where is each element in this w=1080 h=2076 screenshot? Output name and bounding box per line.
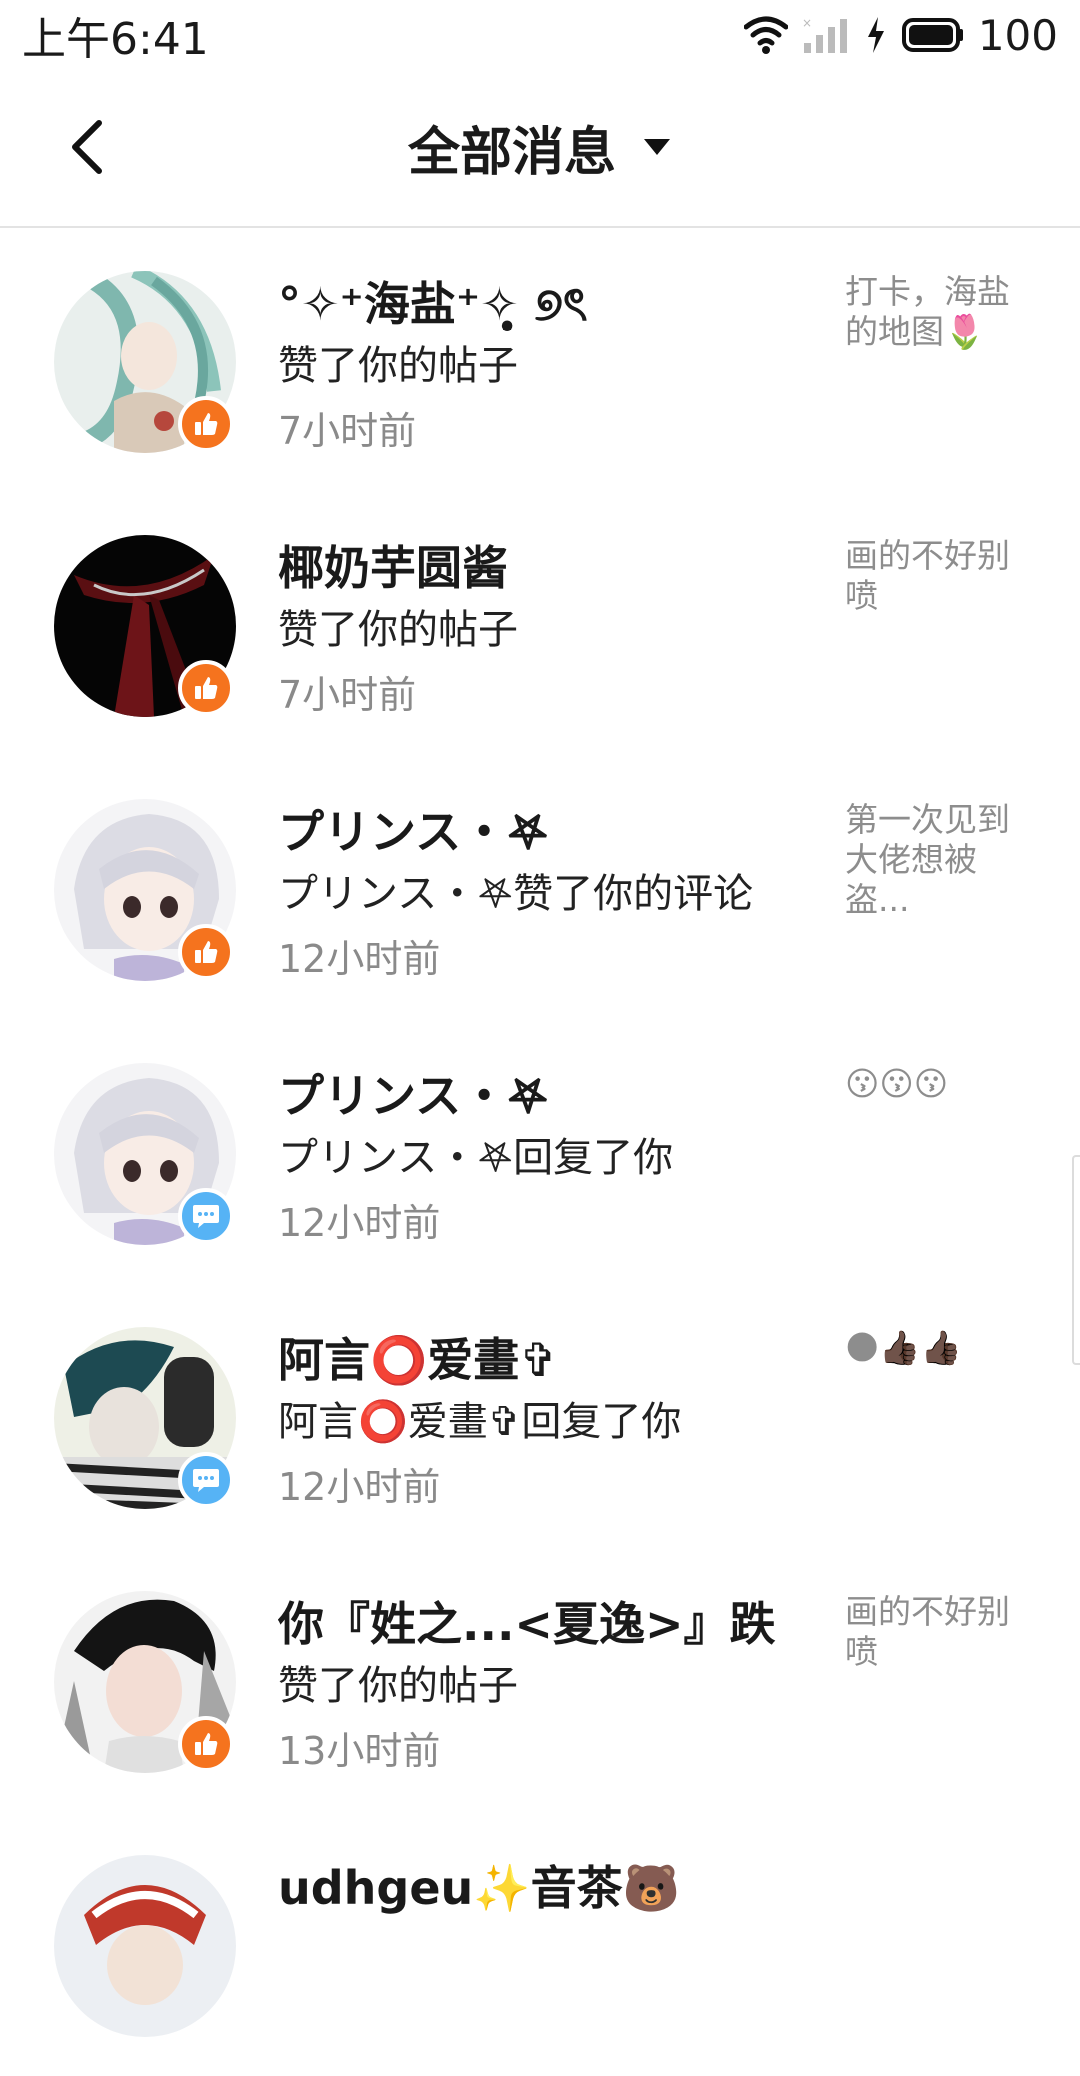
timestamp: 12小时前 <box>278 937 441 981</box>
message-item[interactable]: 阿言⭕爱畫✞ 阿言⭕爱畫✞回复了你 12小时前 🌑👍🏿👍🏿 <box>0 1284 1080 1548</box>
status-bar: 上午6:41 × 100 <box>0 0 1080 70</box>
battery-percentage: 100 <box>977 10 1058 60</box>
thumbs-up-icon <box>195 1733 218 1755</box>
sender-name: 椰奶芋圆酱 <box>278 541 508 595</box>
sender-name: udhgeu✨音茶🐻 <box>278 1861 680 1915</box>
scrollbar[interactable] <box>1072 1155 1080 1365</box>
message-item[interactable]: プリンス・𖤐 プリンス・𖤐回复了你 12小时前 😗😗😗 <box>0 1020 1080 1284</box>
notification-action: プリンス・𖤐回复了你 <box>278 1135 674 1181</box>
chat-bubble-icon <box>193 1469 219 1492</box>
post-preview[interactable]: 😗😗😗 <box>845 1064 1025 1104</box>
notification-action: 阿言⭕爱畫✞回复了你 <box>278 1399 682 1445</box>
message-list: °✧⁺海盐⁺✧̣̥ ୭ৎ 赞了你的帖子 7小时前 打卡，海盐的地图🌷 椰奶芋圆酱… <box>0 228 1080 2076</box>
page-title: 全部消息 <box>407 122 616 183</box>
reply-badge <box>178 1452 234 1508</box>
reply-badge <box>178 1188 234 1244</box>
caret-down-icon <box>644 139 670 155</box>
like-badge <box>178 660 234 716</box>
svg-text:×: × <box>802 16 812 30</box>
sender-name: プリンス・𖤐 <box>278 1069 549 1123</box>
timestamp: 12小时前 <box>278 1201 441 1245</box>
sender-name: 你『姓之...<夏逸>』跌 <box>278 1597 776 1651</box>
notification-action: 赞了你的帖子 <box>278 343 518 389</box>
chat-bubble-icon <box>193 1205 219 1228</box>
like-badge <box>178 396 234 452</box>
message-filter-dropdown[interactable]: 全部消息 <box>0 110 1080 184</box>
thumbs-up-icon <box>195 677 218 699</box>
post-preview[interactable]: 画的不好别喷 <box>845 536 1025 616</box>
timestamp: 7小时前 <box>278 409 417 453</box>
battery-icon <box>901 18 963 52</box>
message-item[interactable]: プリンス・𖤐 プリンス・𖤐赞了你的评论 12小时前 第一次见到大佬想被盗... <box>0 756 1080 1020</box>
cell-signal-icon: × <box>802 16 847 53</box>
wifi-icon <box>743 16 788 54</box>
message-item[interactable]: 你『姓之...<夏逸>』跌 赞了你的帖子 13小时前 画的不好别喷 <box>0 1548 1080 1812</box>
thumbs-up-icon <box>195 941 218 963</box>
timestamp: 13小时前 <box>278 1729 441 1773</box>
post-preview[interactable]: 打卡，海盐的地图🌷 <box>845 272 1025 352</box>
message-item[interactable]: °✧⁺海盐⁺✧̣̥ ୭ৎ 赞了你的帖子 7小时前 打卡，海盐的地图🌷 <box>0 228 1080 492</box>
header: 全部消息 <box>0 70 1080 228</box>
thumbs-up-icon <box>195 413 218 435</box>
status-time: 上午6:41 <box>22 14 209 65</box>
avatar[interactable] <box>54 1855 236 2037</box>
timestamp: 12小时前 <box>278 1465 441 1509</box>
timestamp: 7小时前 <box>278 673 417 717</box>
like-badge <box>178 1716 234 1772</box>
notification-action: プリンス・𖤐赞了你的评论 <box>278 871 754 917</box>
sender-name: 阿言⭕爱畫✞ <box>278 1333 558 1387</box>
message-item[interactable]: 椰奶芋圆酱 赞了你的帖子 7小时前 画的不好别喷 <box>0 492 1080 756</box>
post-preview[interactable]: 🌑👍🏿👍🏿 <box>845 1328 1025 1368</box>
sender-name: プリンス・𖤐 <box>278 805 549 859</box>
like-badge <box>178 924 234 980</box>
post-preview[interactable]: 画的不好别喷 <box>845 1592 1025 1672</box>
notification-action: 赞了你的帖子 <box>278 607 518 653</box>
charging-icon <box>867 17 884 53</box>
notification-action: 赞了你的帖子 <box>278 1663 518 1709</box>
message-item[interactable]: udhgeu✨音茶🐻 <box>0 1812 1080 2076</box>
post-preview[interactable]: 第一次见到大佬想被盗... <box>845 800 1025 920</box>
status-icons: × 100 <box>743 10 1058 60</box>
